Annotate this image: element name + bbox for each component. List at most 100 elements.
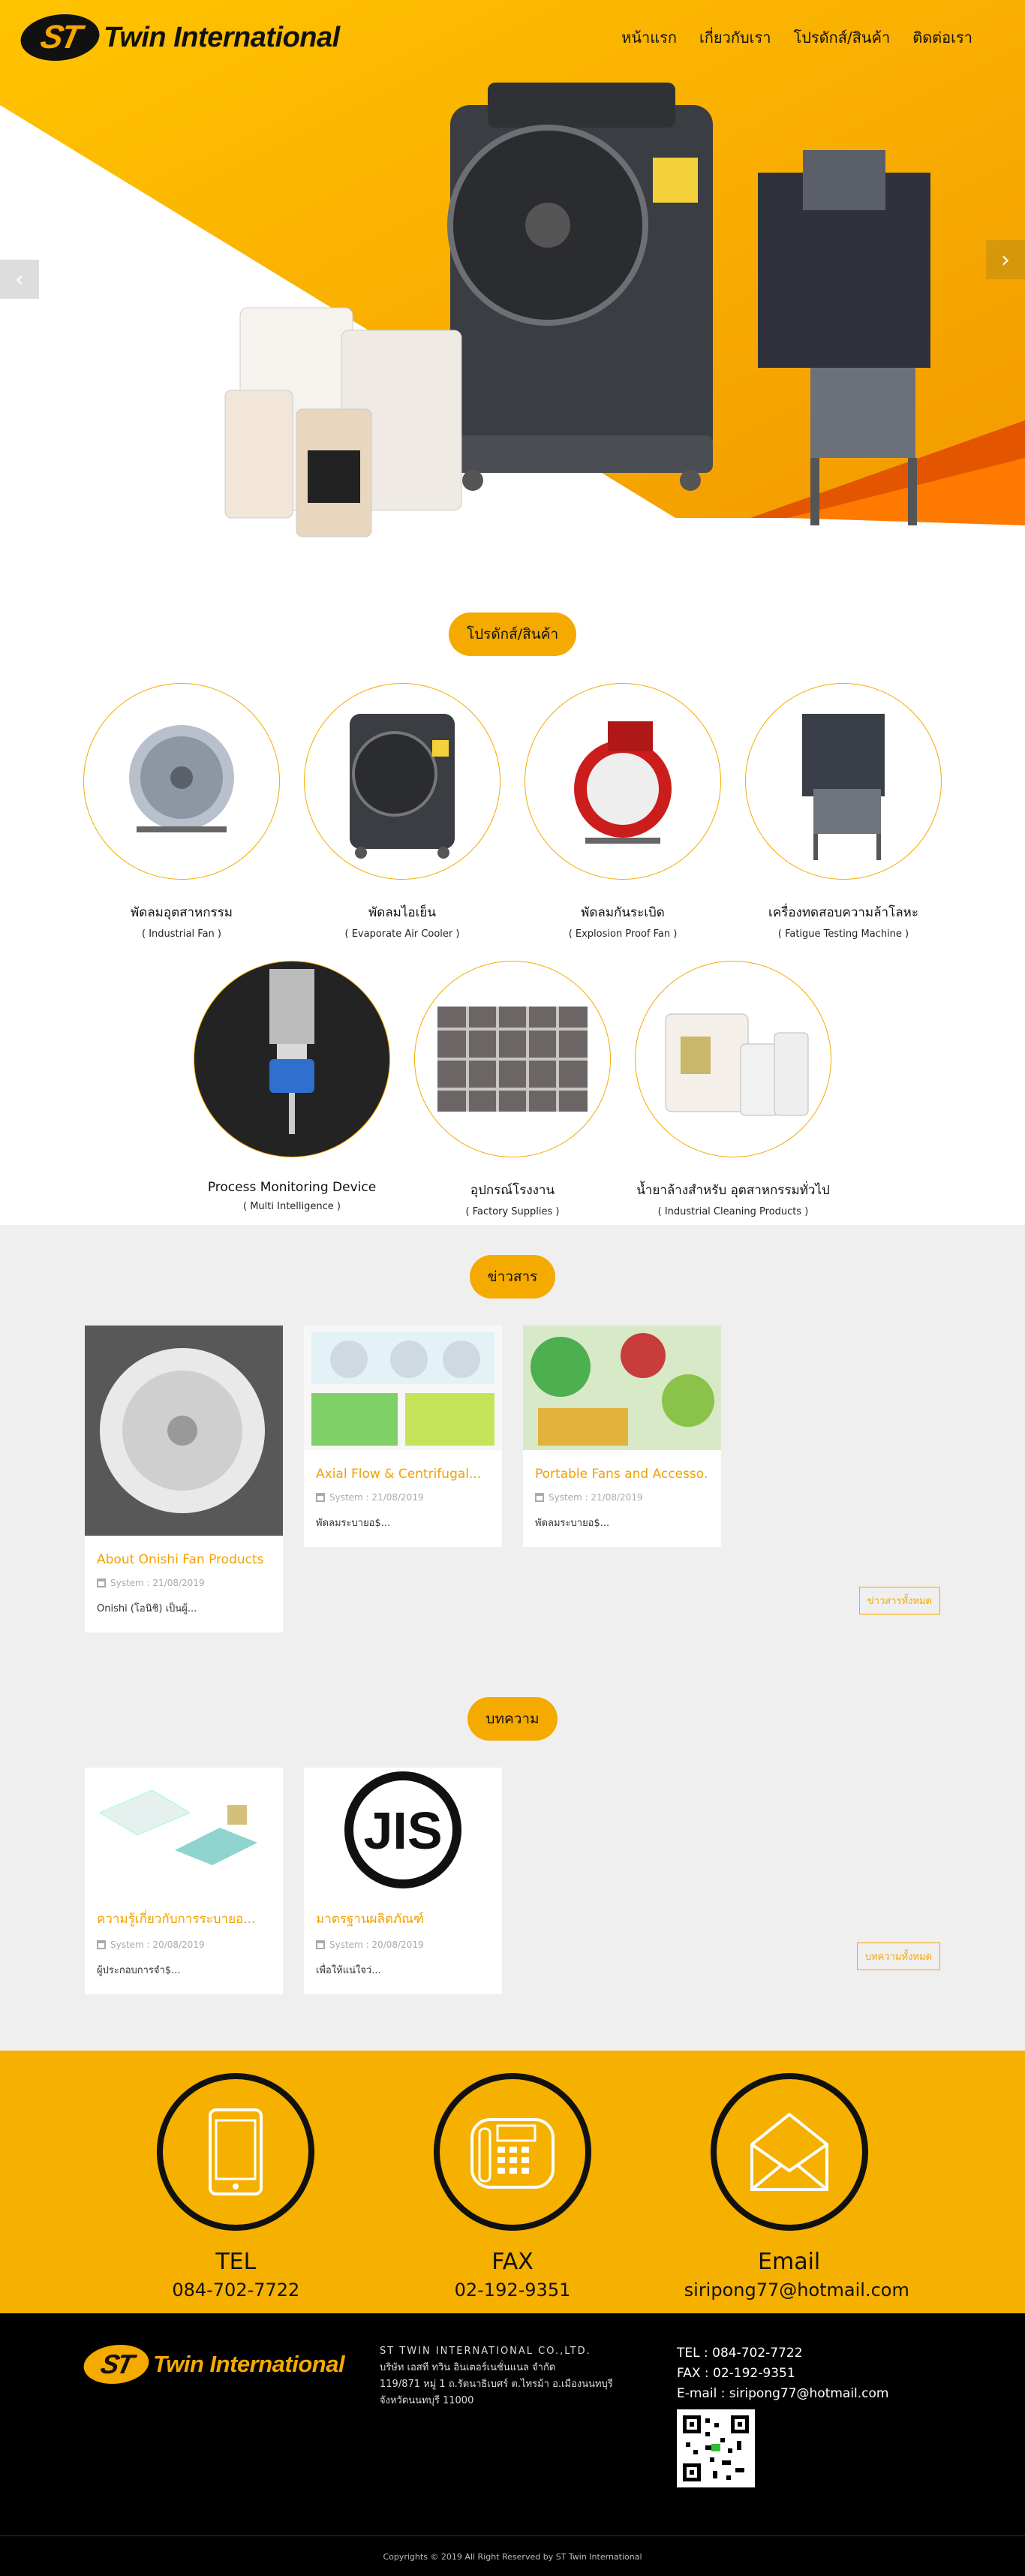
- contact-label: Email: [758, 2249, 821, 2275]
- article-excerpt: เพื่อให้แน่ใจว่...: [316, 1965, 381, 1976]
- slider-dot[interactable]: [496, 498, 504, 507]
- product-image: [194, 961, 390, 1157]
- nav-products[interactable]: โปรดักส์/สินค้า: [793, 26, 890, 50]
- news-date: System : 21/08/2019: [110, 1578, 205, 1588]
- articles-all-button[interactable]: บทความทั้งหมด: [856, 1943, 940, 1970]
- footer-company: ST TWIN INTERNATIONAL CO.,LTD. บริษัท เอ…: [380, 2343, 635, 2409]
- slider-prev-button[interactable]: ‹: [0, 260, 39, 299]
- product-subtitle: ( Multi Intelligence ): [243, 1201, 341, 1212]
- contact-label: TEL: [215, 2249, 257, 2275]
- calendar-icon: [535, 1493, 544, 1502]
- contact-value[interactable]: 02-192-9351: [407, 2280, 618, 2301]
- article-meta: System : 20/08/2019: [97, 1940, 271, 1950]
- news-section: ข่าวสาร About Onishi Fan Products System…: [0, 1225, 1025, 2051]
- product-name: เครื่องทดสอบความล้าโลหะ: [768, 905, 918, 920]
- slider-dot[interactable]: [480, 498, 488, 507]
- product-card[interactable]: อุปกรณ์โรงงาน ( Factory Supplies ): [414, 961, 611, 1217]
- news-date: System : 21/08/2019: [329, 1492, 424, 1503]
- chevron-left-icon: ‹: [15, 266, 24, 293]
- product-name: น้ำยาล้างสำหรับ อุตสาหกรรมทั่วไป: [636, 1183, 830, 1198]
- copyright: Copyrights © 2019 All Right Reserved by …: [383, 2552, 642, 2562]
- footer-logo[interactable]: ST Twin International: [80, 2345, 345, 2384]
- article-card[interactable]: ความรู้เกี่ยวกับการระบายอ... System : 20…: [85, 1768, 283, 1994]
- product-name: พัดลมไอเย็น: [368, 905, 437, 920]
- nav-contact[interactable]: ติดต่อเรา: [912, 26, 972, 50]
- logo-text: Twin International: [104, 21, 340, 53]
- product-image: [635, 961, 831, 1157]
- calendar-icon: [97, 1578, 106, 1587]
- product-subtitle: ( Fatigue Testing Machine ): [777, 928, 909, 940]
- article-date: System : 20/08/2019: [110, 1940, 205, 1950]
- product-subtitle: ( Explosion Proof Fan ): [568, 928, 678, 940]
- product-subtitle: ( Industrial Cleaning Products ): [657, 1206, 809, 1217]
- product-name: Process Monitoring Device: [207, 1180, 377, 1195]
- news-image: [304, 1326, 502, 1450]
- product-card[interactable]: พัดลมไอเย็น ( Evaporate Air Cooler ): [304, 683, 500, 940]
- jis-logo-text: JIS: [363, 1801, 442, 1860]
- company-address: 119/871 หมู่ 1 ถ.รัตนาธิเบศร์ ต.ไทรม้า อ…: [380, 2379, 613, 2406]
- calendar-icon: [97, 1940, 106, 1949]
- product-card[interactable]: พัดลมกันระเบิด ( Explosion Proof Fan ): [525, 683, 721, 940]
- mail-icon: [710, 2073, 868, 2231]
- nav-home[interactable]: หน้าแรก: [621, 26, 677, 50]
- product-card[interactable]: เครื่องทดสอบความล้าโลหะ ( Fatigue Testin…: [745, 683, 942, 940]
- product-card[interactable]: พัดลมอุตสาหกรรม ( Industrial Fan ): [83, 683, 280, 940]
- contact-fax: FAX 02-192-9351: [407, 2073, 618, 2313]
- news-card[interactable]: About Onishi Fan Products System : 21/08…: [85, 1326, 283, 1633]
- articles-heading: บทความ: [467, 1697, 558, 1741]
- logo-badge-text: ST: [37, 19, 83, 56]
- slider-dot-active[interactable]: [512, 498, 520, 507]
- logo-badge: ST: [16, 14, 104, 61]
- article-card[interactable]: JIS มาตรฐานผลิตภัณฑ์ System : 20/08/2019…: [304, 1768, 502, 1994]
- news-heading: ข่าวสาร: [469, 1255, 556, 1299]
- contact-tel: TEL 084-702-7722: [131, 2073, 341, 2313]
- company-thai-name: บริษัท เอสที ทวิน อินเตอร์เนชั่นแนล จำกั…: [380, 2362, 556, 2373]
- product-image: [304, 683, 500, 880]
- logo-text: Twin International: [153, 2351, 345, 2377]
- hero-banner: [0, 0, 1025, 555]
- news-all-button[interactable]: ข่าวสารทั้งหมด: [858, 1587, 940, 1615]
- phone-icon: [157, 2073, 315, 2231]
- site-footer: ST Twin International ST TWIN INTERNATIO…: [0, 2313, 1025, 2576]
- news-meta: System : 21/08/2019: [97, 1578, 271, 1588]
- news-image: [523, 1326, 721, 1450]
- news-card[interactable]: Axial Flow & Centrifugal... System : 21/…: [304, 1326, 502, 1547]
- footer-contact: TEL : 084-702-7722 FAX : 02-192-9351 E-m…: [677, 2343, 889, 2404]
- article-excerpt: ผู้ประกอบการจำ$...: [97, 1965, 181, 1976]
- news-title[interactable]: About Onishi Fan Products: [97, 1552, 271, 1567]
- product-subtitle: ( Factory Supplies ): [465, 1206, 560, 1217]
- news-date: System : 21/08/2019: [549, 1492, 643, 1503]
- company-name: ST TWIN INTERNATIONAL CO.,LTD.: [380, 2346, 591, 2357]
- article-date: System : 20/08/2019: [329, 1940, 424, 1950]
- article-meta: System : 20/08/2019: [316, 1940, 490, 1950]
- news-excerpt: Onishi (โอนิชิ) เป็นผู้...: [97, 1603, 197, 1615]
- slider-next-button[interactable]: ›: [986, 240, 1025, 279]
- nav-about[interactable]: เกี่ยวกับเรา: [699, 26, 771, 50]
- products-section: โปรดักส์/สินค้า พัดลมอุตสาหกรรม ( Indust…: [0, 555, 1025, 1225]
- news-title[interactable]: Axial Flow & Centrifugal...: [316, 1467, 490, 1482]
- news-title[interactable]: Portable Fans and Accesso...: [535, 1467, 709, 1482]
- article-title[interactable]: มาตรฐานผลิตภัณฑ์: [316, 1909, 490, 1929]
- product-name: พัดลมอุตสาหกรรม: [130, 905, 233, 920]
- site-header: ST Twin International หน้าแรก เกี่ยวกับเ…: [0, 0, 1025, 75]
- contact-email: Email siripong77@hotmail.com: [684, 2073, 909, 2313]
- qr-code: [677, 2409, 755, 2487]
- contact-value[interactable]: siripong77@hotmail.com: [684, 2280, 909, 2301]
- calendar-icon: [316, 1940, 325, 1949]
- news-card[interactable]: Portable Fans and Accesso... System : 21…: [523, 1326, 721, 1547]
- article-title[interactable]: ความรู้เกี่ยวกับการระบายอ...: [97, 1909, 271, 1929]
- slider-dots: [480, 498, 520, 507]
- contact-value[interactable]: 084-702-7722: [131, 2280, 341, 2301]
- product-image: [83, 683, 280, 880]
- fax-icon: [433, 2073, 591, 2231]
- product-image: [525, 683, 721, 880]
- contact-section: TEL 084-702-7722 FAX 02-192-9351 Email s…: [0, 2051, 1025, 2313]
- site-logo[interactable]: ST Twin International: [16, 14, 340, 61]
- product-card[interactable]: Process Monitoring Device ( Multi Intell…: [194, 961, 390, 1217]
- footer-fax: FAX : 02-192-9351: [677, 2366, 795, 2381]
- chevron-right-icon: ›: [1001, 246, 1010, 273]
- products-heading: โปรดักส์/สินค้า: [448, 612, 577, 656]
- product-card[interactable]: น้ำยาล้างสำหรับ อุตสาหกรรมทั่วไป ( Indus…: [635, 961, 831, 1217]
- news-excerpt: พัดลมระบายอ$...: [535, 1518, 610, 1529]
- article-image: [85, 1768, 283, 1892]
